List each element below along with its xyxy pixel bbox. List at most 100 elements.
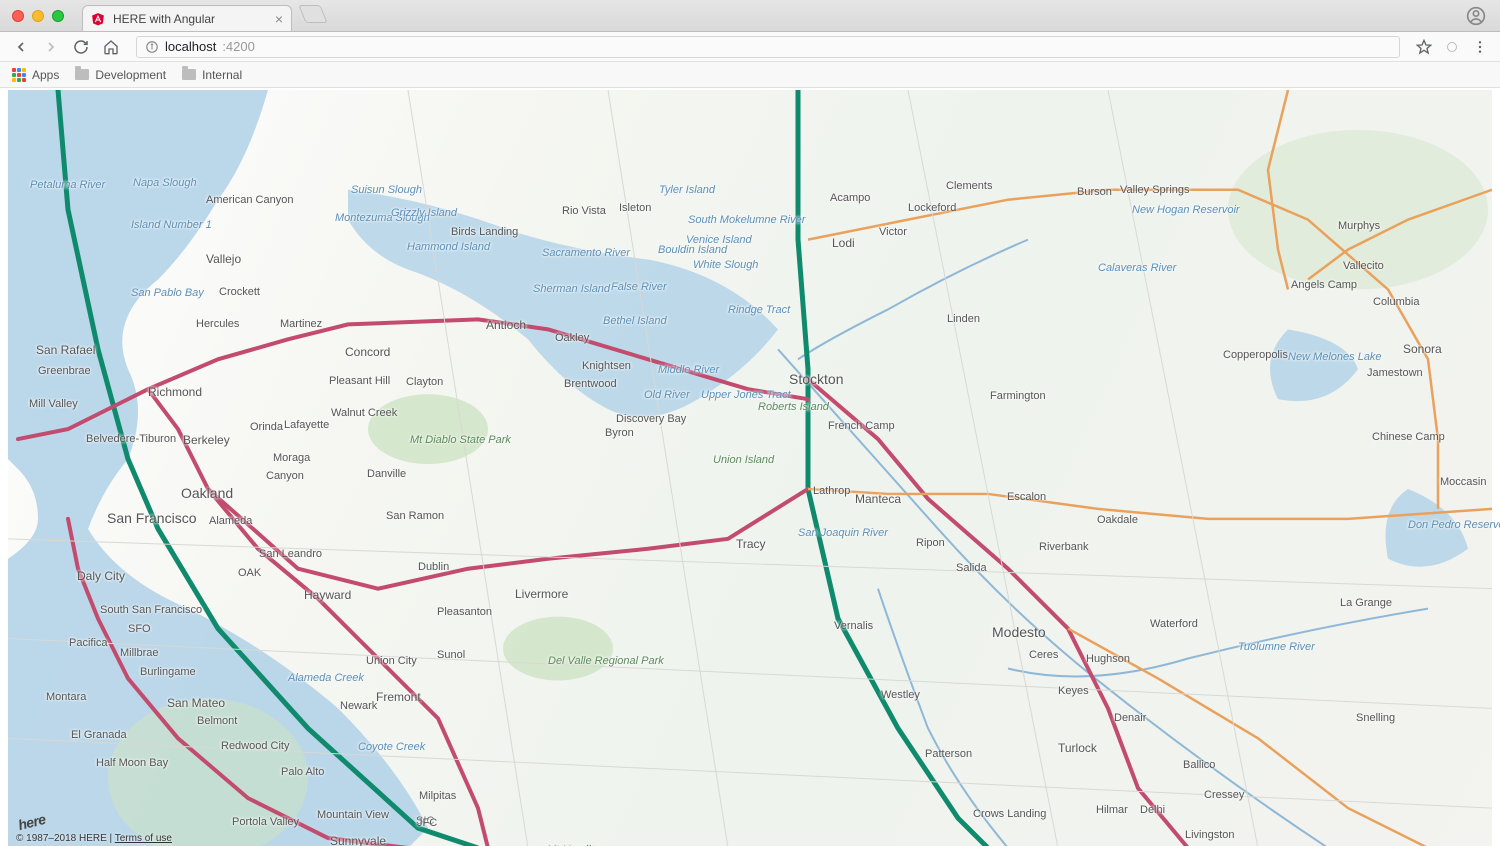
map-label: Rindge Tract bbox=[728, 305, 790, 316]
map-label: Pleasant Hill bbox=[329, 376, 390, 387]
map-label: Livingston bbox=[1185, 830, 1235, 841]
terms-link[interactable]: Terms of use bbox=[115, 833, 172, 844]
map-label: French Camp bbox=[828, 421, 895, 432]
map-label: Upper Jones Tract bbox=[701, 390, 791, 401]
map-label: Petaluma River bbox=[30, 180, 105, 191]
new-tab-button[interactable] bbox=[298, 5, 327, 23]
map-label: Manteca bbox=[855, 493, 901, 505]
map-label: Middle River bbox=[658, 365, 719, 376]
map-label: Mountain View bbox=[317, 810, 389, 821]
map-label: Suisun Slough bbox=[351, 185, 422, 196]
map-label: Angels Camp bbox=[1291, 280, 1357, 291]
map-label: Ballico bbox=[1183, 760, 1215, 771]
map-label: Riverbank bbox=[1039, 542, 1089, 553]
map-label: Mill Valley bbox=[29, 399, 78, 410]
map-label: Dublin bbox=[418, 562, 449, 573]
map-label: Hayward bbox=[304, 589, 351, 601]
map-label: Hilmar bbox=[1096, 805, 1128, 816]
map-label: Roberts Island bbox=[758, 402, 829, 413]
map-label: Mt Diablo State Park bbox=[410, 435, 511, 446]
home-button[interactable] bbox=[102, 38, 120, 56]
map-label: American Canyon bbox=[206, 195, 293, 206]
profile-avatar-icon[interactable] bbox=[1466, 6, 1486, 31]
map-label: Delhi bbox=[1140, 805, 1165, 816]
bookmarks-bar: Apps Development Internal bbox=[0, 62, 1500, 88]
url-host: localhost bbox=[165, 39, 216, 54]
map-label: Clayton bbox=[406, 377, 443, 388]
map-label: Denair bbox=[1114, 713, 1146, 724]
close-window-button[interactable] bbox=[12, 10, 24, 22]
bookmark-folder-development[interactable]: Development bbox=[75, 68, 166, 82]
angular-icon bbox=[91, 12, 105, 26]
map-label: San Pablo Bay bbox=[131, 288, 204, 299]
maximize-window-button[interactable] bbox=[52, 10, 64, 22]
map-label: El Granada bbox=[71, 730, 127, 741]
map-label: Calaveras River bbox=[1098, 263, 1176, 274]
map-label: New Hogan Reservoir bbox=[1132, 205, 1240, 216]
map-label: Discovery Bay bbox=[616, 414, 686, 425]
map-label: Fremont bbox=[376, 691, 421, 703]
map-label: San Leandro bbox=[259, 549, 322, 560]
map-label: Ripon bbox=[916, 538, 945, 549]
page-status-icon bbox=[1446, 41, 1458, 53]
map-label: Alameda bbox=[209, 516, 252, 527]
map-label: Bouldin Island bbox=[658, 245, 727, 256]
back-button[interactable] bbox=[12, 38, 30, 56]
map-label: Chinese Camp bbox=[1372, 432, 1445, 443]
map-label: Tyler Island bbox=[659, 185, 715, 196]
map-label: Escalon bbox=[1007, 492, 1046, 503]
map-label: Tuolumne River bbox=[1238, 642, 1315, 653]
map-label: Union City bbox=[366, 656, 417, 667]
tab-title: HERE with Angular bbox=[113, 12, 267, 26]
map-label: Byron bbox=[605, 428, 634, 439]
map-container[interactable]: San FranciscoOaklandStocktonModestoSan J… bbox=[8, 90, 1492, 846]
map-label: Old River bbox=[644, 390, 690, 401]
map-label: Vallecito bbox=[1343, 261, 1384, 272]
map-label: New Melones Lake bbox=[1288, 352, 1382, 363]
minimize-window-button[interactable] bbox=[32, 10, 44, 22]
map-label: South San Francisco bbox=[100, 605, 202, 616]
bookmark-label: Internal bbox=[202, 68, 242, 82]
map-label: Danville bbox=[367, 469, 406, 480]
map-label: Redwood City bbox=[221, 741, 289, 752]
map-label: Waterford bbox=[1150, 619, 1198, 630]
menu-icon[interactable] bbox=[1472, 39, 1488, 55]
map-label: Oakland bbox=[181, 486, 233, 500]
map-label: Valley Springs bbox=[1120, 185, 1190, 196]
browser-tab[interactable]: HERE with Angular × bbox=[82, 5, 292, 31]
map-label: Knightsen bbox=[582, 361, 631, 372]
map-label: Lockeford bbox=[908, 203, 956, 214]
map-label: Union Island bbox=[713, 455, 774, 466]
map-label: Acampo bbox=[830, 193, 870, 204]
map-label: Half Moon Bay bbox=[96, 758, 168, 769]
map-label: Napa Slough bbox=[133, 178, 197, 189]
map-label: Burlingame bbox=[140, 667, 196, 678]
map-label: Hughson bbox=[1086, 654, 1130, 665]
map-label: Crows Landing bbox=[973, 809, 1046, 820]
bookmark-label: Development bbox=[95, 68, 166, 82]
address-bar[interactable]: localhost:4200 bbox=[136, 36, 1400, 58]
browser-toolbar: localhost:4200 bbox=[0, 32, 1500, 62]
map-label: Birds Landing bbox=[451, 227, 518, 238]
map-label: Copperopolis bbox=[1223, 350, 1288, 361]
map-label: Lathrop bbox=[813, 486, 850, 497]
forward-button[interactable] bbox=[42, 38, 60, 56]
map-label: Westley bbox=[881, 690, 920, 701]
map-label: Grizzly Island bbox=[391, 208, 457, 219]
map-label: Belvedere-Tiburon bbox=[86, 434, 176, 445]
close-tab-button[interactable]: × bbox=[275, 12, 283, 26]
map-label: OAK bbox=[238, 568, 261, 579]
bookmark-folder-internal[interactable]: Internal bbox=[182, 68, 242, 82]
folder-icon bbox=[182, 69, 196, 80]
map-label: Sunnyvale bbox=[330, 835, 386, 846]
map-label: Moccasin bbox=[1440, 477, 1486, 488]
map-label: Livermore bbox=[515, 588, 568, 600]
map-label: Palo Alto bbox=[281, 767, 324, 778]
map-label: Lafayette bbox=[284, 420, 329, 431]
map-label: Milpitas bbox=[419, 791, 456, 802]
reload-button[interactable] bbox=[72, 38, 90, 56]
map-label: Farmington bbox=[990, 391, 1046, 402]
star-icon[interactable] bbox=[1416, 39, 1432, 55]
map-label: Stockton bbox=[789, 372, 843, 386]
apps-shortcut[interactable]: Apps bbox=[12, 68, 59, 82]
